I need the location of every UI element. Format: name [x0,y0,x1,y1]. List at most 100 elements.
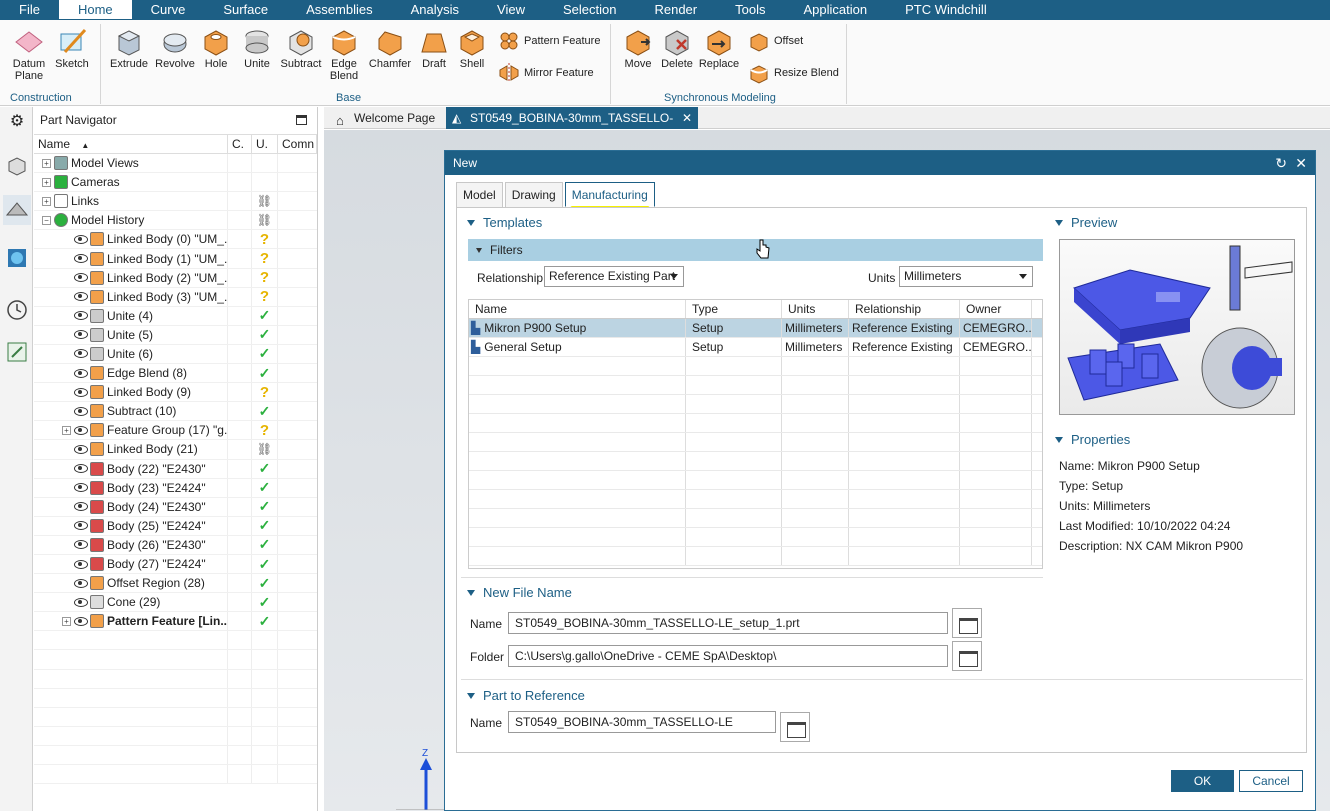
visibility-eye-icon[interactable] [74,368,88,378]
header-units[interactable]: Units [782,300,849,318]
shell-button[interactable]: Shell [456,26,488,70]
menu-surface[interactable]: Surface [204,0,287,20]
chamfer-button[interactable]: Chamfer [368,26,412,70]
delete-button[interactable]: Delete [659,26,695,70]
visibility-eye-icon[interactable] [74,387,88,397]
extrude-button[interactable]: Extrude [108,26,150,70]
table-row[interactable]: Unite (5) ✓ [34,325,317,345]
unite-button[interactable]: Unite [240,26,274,70]
table-row[interactable]: Unite (6) ✓ [34,344,317,365]
table-row[interactable]: Linked Body (0) "UM_...? [34,230,317,250]
relationship-dropdown[interactable]: Reference Existing Part [544,266,684,287]
properties-section-header[interactable]: Properties [1055,432,1130,447]
table-row[interactable]: + Pattern Feature [Lin... ✓ [34,612,317,632]
menu-curve[interactable]: Curve [132,0,205,20]
header-relationship[interactable]: Relationship [849,300,960,318]
table-row[interactable]: Body (24) "E2430" ✓ [34,497,317,517]
preview-section-header[interactable]: Preview [1055,215,1117,230]
table-row[interactable]: Linked Body (1) "UM_...? [34,249,317,269]
tab-manufacturing[interactable]: Manufacturing [564,182,655,211]
visibility-eye-icon[interactable] [74,616,88,626]
visibility-eye-icon[interactable] [74,254,88,264]
tab-drawing[interactable]: Drawing [504,182,563,207]
table-row[interactable]: Body (26) "E2430" ✓ [34,535,317,555]
part-navigator-icon[interactable] [3,195,31,225]
menu-file[interactable]: File [0,0,59,20]
table-row[interactable]: ▙ General Setup Setup Millimeters Referen… [469,338,1042,357]
table-row[interactable]: + Model Views [34,154,317,174]
hole-button[interactable]: Hole [200,26,232,70]
close-tab-icon[interactable]: ✕ [682,107,692,129]
templates-section-header[interactable]: Templates [467,215,542,230]
table-row[interactable]: Linked Body (21) ⛓ [34,440,317,460]
table-row[interactable]: Subtract (10) ✓ [34,402,317,422]
visibility-eye-icon[interactable] [74,349,88,359]
revolve-button[interactable]: Revolve [154,26,196,70]
replace-button[interactable]: Replace [698,26,740,70]
move-button[interactable]: Move [620,26,656,70]
header-owner[interactable]: Owner [960,300,1032,318]
resize-blend-button[interactable]: Resize Blend [748,62,839,84]
column-name[interactable]: Name ▲ [34,135,228,153]
subtract-button[interactable]: Subtract [279,26,323,70]
edge-blend-button[interactable]: Edge Blend [324,26,364,82]
units-dropdown[interactable]: Millimeters [899,266,1033,287]
table-row[interactable]: − Model History ⛓ [34,211,317,231]
visibility-eye-icon[interactable] [74,597,88,607]
expand-toggle-icon[interactable]: + [42,158,51,168]
reset-icon[interactable]: ↻ [1275,151,1287,175]
table-row[interactable]: Linked Body (3) "UM_...? [34,287,317,307]
menu-tools[interactable]: Tools [716,0,784,20]
datum-plane-button[interactable]: Datum Plane [10,26,48,82]
expand-toggle-icon[interactable]: + [42,177,51,187]
menu-home[interactable]: Home [58,0,132,21]
visibility-eye-icon[interactable] [74,234,88,244]
file-name-input[interactable]: ST0549_BOBINA-30mm_TASSELLO-LE_setup_1.p… [508,612,948,634]
visibility-eye-icon[interactable] [74,483,88,493]
column-u[interactable]: U. [252,135,278,153]
part-reference-input[interactable]: ST0549_BOBINA-30mm_TASSELLO-LE [508,711,776,733]
expand-toggle-icon[interactable]: + [62,616,71,626]
table-row[interactable]: Linked Body (2) "UM_...? [34,268,317,288]
visibility-eye-icon[interactable] [74,578,88,588]
visibility-eye-icon[interactable] [74,540,88,550]
visibility-eye-icon[interactable] [74,311,88,321]
mirror-feature-button[interactable]: Mirror Feature [498,62,594,84]
reuse-library-icon[interactable] [6,341,28,363]
table-row[interactable]: Cone (29) ✓ [34,593,317,613]
tab-welcome-page[interactable]: ⌂ Welcome Page [330,107,442,129]
visibility-eye-icon[interactable] [74,559,88,569]
column-comment[interactable]: Comn [278,135,317,153]
menu-selection[interactable]: Selection [544,0,635,20]
visibility-eye-icon[interactable] [74,292,88,302]
history-clock-icon[interactable] [6,299,28,321]
table-row[interactable]: Offset Region (28) ✓ [34,574,317,594]
table-row[interactable]: Edge Blend (8) ✓ [34,364,317,384]
browse-name-folder-icon[interactable] [952,608,982,638]
menu-ptc-windchill[interactable]: PTC Windchill [886,0,1006,20]
settings-gear-icon[interactable]: ⚙ [6,111,28,133]
web-browser-icon[interactable] [6,247,28,269]
table-row[interactable]: Unite (4) ✓ [34,306,317,326]
menu-application[interactable]: Application [784,0,886,20]
browse-part-icon[interactable] [780,712,810,742]
part-to-reference-section-header[interactable]: Part to Reference [467,688,585,703]
table-row[interactable]: Body (27) "E2424" ✓ [34,554,317,575]
header-name[interactable]: Name [469,300,686,318]
visibility-eye-icon[interactable] [74,425,88,435]
close-dialog-icon[interactable]: ✕ [1295,151,1307,175]
tab-part-file[interactable]: ◭ ST0549_BOBINA-30mm_TASSELLO-LE.prt ✕ [446,107,698,147]
table-row[interactable]: Body (22) "E2430" ✓ [34,459,317,479]
expand-toggle-icon[interactable]: + [42,196,51,206]
expand-toggle-icon[interactable]: + [62,425,71,435]
visibility-eye-icon[interactable] [74,406,88,416]
maximize-icon[interactable] [296,115,307,125]
expand-toggle-icon[interactable]: − [42,215,51,225]
menu-render[interactable]: Render [635,0,716,20]
menu-view[interactable]: View [478,0,544,20]
new-file-name-section-header[interactable]: New File Name [467,585,572,600]
table-row[interactable]: + Links ⛓ [34,192,317,212]
draft-button[interactable]: Draft [418,26,450,70]
assembly-navigator-icon[interactable] [6,155,28,177]
visibility-eye-icon[interactable] [74,521,88,531]
